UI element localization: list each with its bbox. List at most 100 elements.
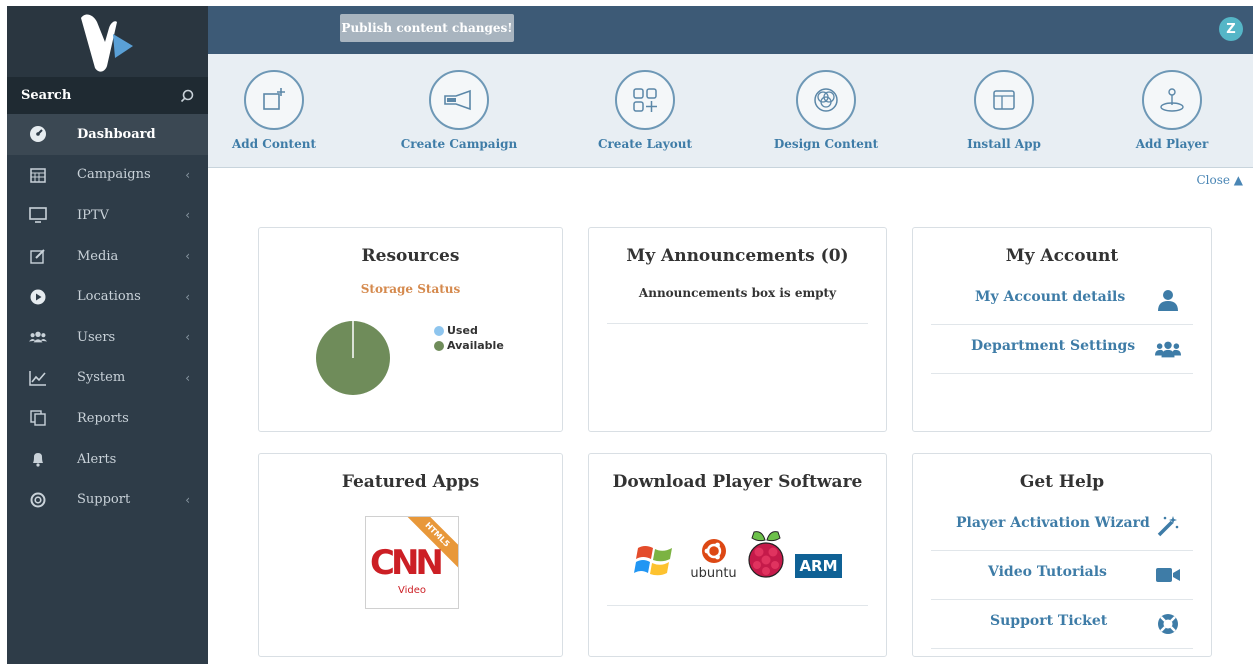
raspberry-pi-logo-icon[interactable]: [746, 528, 786, 580]
dashboard-icon: [29, 125, 47, 143]
legend-item-used: Used: [434, 323, 504, 338]
edit-icon: [29, 247, 47, 265]
search-label: Search: [21, 88, 72, 103]
sidebar-item-label: System: [77, 370, 126, 386]
ubuntu-download[interactable]: ubuntu: [686, 538, 741, 581]
chevron-left-icon: ‹: [185, 249, 190, 264]
design-content-button[interactable]: Design Content: [766, 70, 886, 151]
quick-action-label: Add Content: [232, 137, 316, 151]
sidebar-item-label: Media: [77, 248, 119, 264]
close-quickbar-link[interactable]: Close ▲: [1196, 173, 1243, 187]
link-label: Player Activation Wizard: [956, 515, 1150, 531]
add-player-button[interactable]: Add Player: [1112, 70, 1232, 151]
support-ticket-link[interactable]: Support Ticket: [931, 600, 1193, 649]
life-ring-icon: [1155, 612, 1181, 636]
player-activation-wizard-link[interactable]: Player Activation Wizard: [931, 502, 1193, 551]
sidebar-item-campaigns[interactable]: Campaigns ‹: [7, 155, 208, 196]
top-bar: Publish content changes! Z: [208, 6, 1253, 54]
sidebar-item-label: Campaigns: [77, 167, 151, 183]
user-icon: [1155, 288, 1181, 312]
legend-swatch-available: [434, 340, 444, 351]
quick-action-label: Install App: [967, 137, 1041, 151]
sidebar-item-media[interactable]: Media ‹: [7, 236, 208, 277]
divider: [607, 605, 868, 606]
line-chart-icon: [29, 369, 47, 387]
pie-legend: Used Available: [434, 323, 504, 353]
sidebar: Search Dashboard Campaigns ‹ IPTV ‹ Medi…: [7, 6, 208, 664]
add-content-icon: [244, 70, 304, 130]
sidebar-item-label: Users: [77, 329, 116, 345]
search-icon[interactable]: [180, 89, 194, 103]
app-window-icon: [974, 70, 1034, 130]
quick-action-label: Create Campaign: [400, 137, 518, 151]
account-details-link[interactable]: My Account details: [931, 276, 1193, 325]
magic-wand-icon: [1155, 514, 1181, 538]
link-label: My Account details: [975, 289, 1126, 305]
life-ring-icon: [29, 491, 47, 509]
cnn-app-tile[interactable]: HTML5 CNN Video: [365, 516, 459, 609]
joystick-icon: [1142, 70, 1202, 130]
video-tutorials-link[interactable]: Video Tutorials: [931, 551, 1193, 600]
ubuntu-label: ubuntu: [690, 566, 737, 581]
featured-apps-card: Featured Apps HTML5 CNN Video: [258, 453, 563, 657]
play-circle-icon: [29, 288, 47, 306]
legend-item-available: Available: [434, 338, 504, 353]
video-camera-icon: [1155, 563, 1181, 587]
card-title: My Account: [1005, 246, 1119, 266]
sidebar-item-iptv[interactable]: IPTV ‹: [7, 195, 208, 236]
arm-download[interactable]: ARM: [795, 554, 842, 578]
sidebar-item-support[interactable]: Support ‹: [7, 479, 208, 520]
install-app-button[interactable]: Install App: [944, 70, 1064, 151]
create-layout-button[interactable]: Create Layout: [585, 70, 705, 151]
ubuntu-logo-icon: [701, 539, 726, 563]
resources-card: Resources Storage Status Used Available: [258, 227, 563, 432]
chevron-left-icon: ‹: [185, 330, 190, 345]
sidebar-search[interactable]: Search: [7, 77, 208, 114]
megaphone-icon: [429, 70, 489, 130]
quick-action-label: Create Layout: [597, 137, 693, 151]
cnn-video-label: Video: [397, 585, 427, 596]
sidebar-item-dashboard[interactable]: Dashboard: [7, 114, 208, 155]
sidebar-item-label: Alerts: [77, 451, 117, 467]
design-circles-icon: [796, 70, 856, 130]
legend-label-available: Available: [447, 339, 504, 352]
publish-button[interactable]: Publish content changes!: [340, 14, 514, 42]
bell-icon: [29, 450, 47, 468]
quick-actions-bar: Add Content Create Campaign Create Layou…: [208, 54, 1253, 168]
sidebar-item-system[interactable]: System ‹: [7, 358, 208, 399]
chevron-left-icon: ‹: [185, 492, 190, 507]
chevron-left-icon: ‹: [185, 208, 190, 223]
card-title: Resources: [361, 246, 460, 266]
download-card: Download Player Software ubuntu ARM: [588, 453, 887, 657]
announcements-card: My Announcements (0) Announcements box i…: [588, 227, 887, 432]
link-label: Video Tutorials: [988, 564, 1107, 580]
sidebar-item-reports[interactable]: Reports: [7, 398, 208, 439]
divider: [607, 323, 868, 324]
card-title: Download Player Software: [612, 472, 863, 492]
sidebar-item-label: IPTV: [77, 207, 109, 223]
sidebar-item-locations[interactable]: Locations ‹: [7, 276, 208, 317]
users-icon: [1155, 337, 1181, 361]
account-card: My Account My Account details Department…: [912, 227, 1212, 432]
windows-logo-icon[interactable]: [634, 542, 676, 580]
chevron-left-icon: ‹: [185, 167, 190, 182]
link-label: Department Settings: [971, 338, 1136, 354]
layout-grid-icon: [615, 70, 675, 130]
sidebar-item-users[interactable]: Users ‹: [7, 317, 208, 358]
quick-action-label: Design Content: [773, 137, 879, 151]
add-content-button[interactable]: Add Content: [214, 70, 334, 151]
department-settings-link[interactable]: Department Settings: [931, 325, 1193, 374]
card-title: Get Help: [1019, 472, 1105, 492]
avatar[interactable]: Z: [1219, 17, 1243, 41]
help-card: Get Help Player Activation Wizard Video …: [912, 453, 1212, 657]
sidebar-item-label: Reports: [77, 410, 129, 426]
announcements-empty-text: Announcements box is empty: [638, 286, 837, 300]
sidebar-item-label: Dashboard: [77, 126, 156, 142]
create-campaign-button[interactable]: Create Campaign: [399, 70, 519, 151]
calendar-icon: [29, 166, 47, 184]
sidebar-item-alerts[interactable]: Alerts: [7, 439, 208, 480]
monitor-icon: [29, 206, 47, 224]
link-label: Support Ticket: [990, 613, 1108, 629]
sidebar-item-label: Support: [77, 492, 131, 508]
logo[interactable]: [7, 6, 208, 77]
